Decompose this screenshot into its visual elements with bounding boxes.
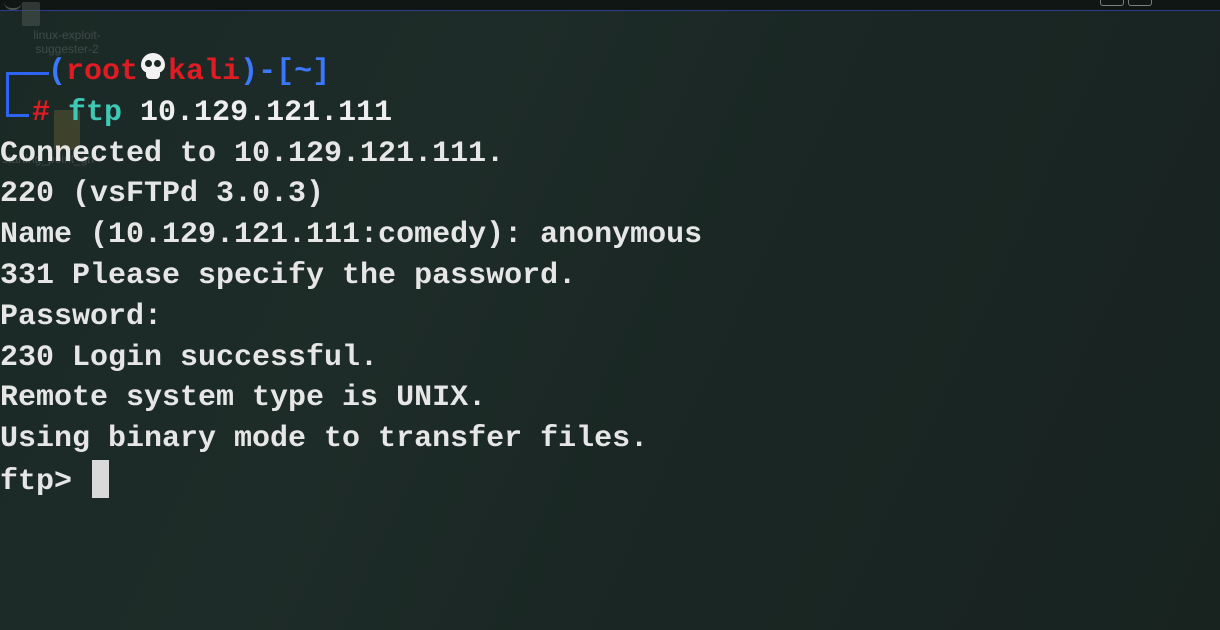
prompt-symbol: #: [32, 95, 51, 130]
command-name: ftp: [68, 95, 123, 130]
ftp-prompt-line[interactable]: ftp>: [0, 459, 1220, 501]
prompt-host: kali: [168, 55, 241, 89]
prompt-user: root: [66, 55, 139, 89]
output-line: Name (10.129.121.111:comedy): anonymous: [0, 218, 703, 253]
command-line: # ftp 10.129.121.111: [0, 93, 1220, 134]
prompt-header: (root kali)-[~]: [0, 52, 1220, 93]
maximize-icon[interactable]: [1128, 0, 1152, 6]
ftp-prompt: ftp>: [0, 464, 91, 499]
minimize-icon[interactable]: [1100, 0, 1124, 6]
prompt-open-paren: (: [48, 55, 67, 89]
command-args: 10.129.121.111: [122, 95, 393, 130]
skull-icon: [138, 53, 168, 83]
output-line: 331 Please specify the password.: [0, 258, 577, 293]
desktop-icon-linux-exploit-suggester[interactable]: linux-exploit-suggester-2: [22, 2, 112, 56]
window-controls: [1100, 0, 1152, 6]
output-line: 220 (vsFTPd 3.0.3): [0, 177, 325, 212]
output-line: 230 Login successful.: [0, 340, 379, 375]
output-line: Password:: [0, 299, 163, 334]
output-line: Connected to 10.129.121.111.: [0, 136, 505, 171]
menu-icon[interactable]: [4, 0, 22, 10]
text-cursor[interactable]: [92, 459, 110, 498]
prompt-dash: -: [258, 55, 277, 89]
window-top-bar: [0, 0, 1220, 11]
prompt-cwd: [~]: [276, 55, 331, 89]
output-line: Using binary mode to transfer files.: [0, 422, 649, 457]
file-icon: [22, 2, 40, 26]
output-line: Remote system type is UNIX.: [0, 381, 487, 416]
prompt-close-paren: ): [240, 55, 259, 89]
terminal-output[interactable]: (root kali)-[~] # ftp 10.129.121.111 Conn…: [0, 52, 1220, 501]
